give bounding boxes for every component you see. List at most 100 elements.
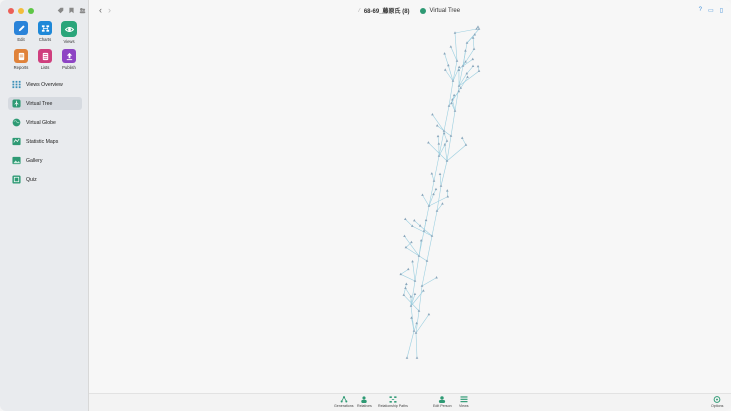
- virtual-tree-canvas[interactable]: [89, 21, 731, 393]
- tree-person-node[interactable]: [476, 64, 480, 68]
- tree-person-node[interactable]: [466, 75, 469, 78]
- tree-person-node[interactable]: [404, 286, 407, 290]
- tree-person-node[interactable]: [472, 47, 476, 50]
- tree-person-node[interactable]: [446, 195, 450, 198]
- tree-person-node[interactable]: [457, 65, 461, 69]
- tree-person-node[interactable]: [402, 293, 406, 296]
- tree-person-node[interactable]: [455, 59, 459, 62]
- bookmark-icon[interactable]: [68, 7, 74, 14]
- tree-person-node[interactable]: [403, 234, 406, 238]
- sidebar-item-label: Quiz: [26, 176, 37, 183]
- sidebar-item-quiz[interactable]: Quiz: [8, 173, 82, 186]
- tree-edge: [448, 65, 454, 82]
- tree-person-node[interactable]: [405, 282, 408, 285]
- main-area: ‹ › ⁄ 68-69_藤原氏 (8) Virtual Tree ? ▭ ▯ G…: [89, 0, 731, 411]
- sidebar-toggle-icon[interactable]: ▯: [720, 7, 723, 14]
- sidebar-item-virtual-tree[interactable]: Virtual Tree: [8, 97, 82, 110]
- tree-person-node[interactable]: [439, 184, 443, 187]
- window-icon[interactable]: ▭: [708, 7, 714, 14]
- sidebar-item-views-overview[interactable]: Views Overview: [8, 78, 82, 91]
- tree-person-node[interactable]: [443, 52, 446, 55]
- tree-person-node[interactable]: [436, 134, 440, 138]
- tree-person-node[interactable]: [442, 131, 446, 135]
- app-edit-button[interactable]: Edit: [9, 21, 33, 44]
- tag-icon[interactable]: [57, 7, 64, 14]
- tree-person-node[interactable]: [410, 240, 413, 244]
- tree-person-node[interactable]: [434, 187, 438, 191]
- tree-person-node[interactable]: [449, 45, 453, 48]
- tree-edge: [405, 247, 428, 262]
- tree-person-node[interactable]: [464, 49, 467, 52]
- map-icon: [12, 137, 21, 146]
- sidebar-item-virtual-globe[interactable]: Virtual Globe: [8, 116, 82, 129]
- app-reports-button[interactable]: Reports: [9, 49, 33, 70]
- forward-arrow-icon[interactable]: ›: [108, 6, 111, 15]
- tree-person-node[interactable]: [471, 64, 475, 68]
- app-charts-button[interactable]: Charts: [33, 21, 57, 44]
- generations-button[interactable]: Generations: [334, 396, 354, 408]
- tree-person-node[interactable]: [476, 25, 480, 28]
- toolbar-label: Generations: [334, 404, 354, 408]
- tree-person-node[interactable]: [460, 136, 464, 139]
- tree-person-node[interactable]: [450, 101, 453, 105]
- app-views-button[interactable]: Views: [57, 21, 81, 44]
- person-title[interactable]: 68-69_藤原氏 (8): [364, 6, 410, 15]
- tree-person-node[interactable]: [421, 193, 424, 196]
- tree-person-node[interactable]: [411, 260, 414, 263]
- reports-icon: [14, 49, 28, 63]
- tree-person-node[interactable]: [418, 224, 422, 227]
- history-nav: ‹ ›: [99, 6, 111, 15]
- tree-person-node[interactable]: [473, 33, 477, 36]
- app-publish-button[interactable]: Publish: [57, 49, 81, 70]
- tree-person-node[interactable]: [406, 267, 410, 271]
- tree-person-node[interactable]: [445, 189, 449, 192]
- tree-person-node[interactable]: [415, 356, 419, 359]
- tree-person-node[interactable]: [438, 172, 442, 175]
- sidebar-item-label: Gallery: [26, 157, 43, 164]
- tree-person-node[interactable]: [435, 276, 438, 279]
- options-button[interactable]: Options: [711, 396, 723, 408]
- tree-person-node[interactable]: [453, 109, 457, 112]
- tree-person-node[interactable]: [452, 93, 456, 97]
- close-window-button[interactable]: [8, 8, 14, 14]
- back-arrow-icon[interactable]: ‹: [99, 6, 102, 15]
- zoom-window-button[interactable]: [28, 8, 34, 14]
- sidebar-item-gallery[interactable]: Gallery: [8, 154, 82, 167]
- help-icon[interactable]: ?: [699, 7, 702, 14]
- edit-person-button[interactable]: Edit Person: [433, 396, 452, 408]
- tree-person-node[interactable]: [413, 218, 416, 222]
- tree-edge: [415, 332, 418, 359]
- tree-person-node[interactable]: [424, 218, 428, 222]
- tree-person-node[interactable]: [435, 124, 439, 127]
- generations-icon: [340, 396, 348, 403]
- tree-person-node[interactable]: [430, 172, 434, 175]
- sidebar-nav: Views Overview Virtual Tree Virtual Glob…: [8, 78, 82, 192]
- tree-person-node[interactable]: [445, 139, 449, 142]
- people-icon[interactable]: [79, 7, 86, 14]
- relationship-paths-button[interactable]: Relationship Paths: [378, 396, 408, 408]
- tree-person-node[interactable]: [441, 202, 444, 205]
- tree-edge: [452, 67, 460, 82]
- tree-person-node[interactable]: [404, 217, 407, 221]
- tree-person-node[interactable]: [405, 356, 409, 359]
- app-lists-button[interactable]: Lists: [33, 49, 57, 70]
- tree-person-node[interactable]: [413, 292, 417, 296]
- tree-person-node[interactable]: [477, 69, 481, 72]
- lists-icon: [38, 49, 52, 63]
- tree-person-node[interactable]: [432, 179, 436, 182]
- tree-person-node[interactable]: [437, 142, 441, 145]
- sidebar-item-statistic-maps[interactable]: Statistic Maps: [8, 135, 82, 148]
- tree-person-node[interactable]: [431, 112, 434, 116]
- minimize-window-button[interactable]: [18, 8, 24, 14]
- tree-person-node[interactable]: [422, 289, 425, 292]
- pin-icon[interactable]: ⁄: [359, 8, 360, 14]
- relatives-button[interactable]: Relatives: [357, 396, 372, 408]
- tree-person-node[interactable]: [443, 68, 447, 71]
- views-button[interactable]: Views: [459, 396, 469, 408]
- tree-person-node[interactable]: [427, 141, 430, 144]
- tree-edge: [444, 144, 448, 162]
- tree-person-node[interactable]: [412, 329, 416, 332]
- tree-person-node[interactable]: [427, 312, 431, 316]
- tree-person-node[interactable]: [447, 63, 450, 67]
- tree-person-node[interactable]: [471, 57, 475, 61]
